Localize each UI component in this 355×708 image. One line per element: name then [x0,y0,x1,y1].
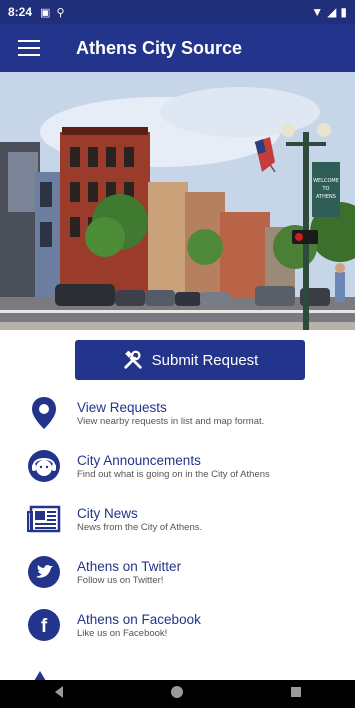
hero-image: WELCOME TO ATHENS [0,72,355,330]
map-pin-icon [26,395,62,431]
list-item-athens-twitter[interactable]: Athens on Twitter Follow us on Twitter! [0,554,355,607]
twitter-icon [26,554,62,590]
submit-request-button[interactable]: Submit Request [75,340,305,380]
item-title: Athens on Facebook [77,612,201,627]
facebook-icon: f [26,607,62,643]
item-title: City Announcements [77,453,201,468]
customer-service-icon [26,448,62,484]
status-time: 8:24 [8,5,33,19]
svg-text:WELCOME: WELCOME [313,178,339,184]
submit-request-label: Submit Request [151,351,259,369]
list-item-view-requests[interactable]: View Requests View nearby requests in li… [0,395,355,448]
item-subtitle: Like us on Facebook! [77,628,168,639]
item-subtitle: View nearby requests in list and map for… [77,416,265,427]
battery-icon: ▮ [340,5,347,19]
item-title: View Requests [77,400,167,415]
back-icon[interactable] [52,685,66,704]
system-navigation-bar [0,680,355,708]
menu-list: View Requests View nearby requests in li… [0,395,355,660]
gallery-notification-icon: ▣ [40,6,51,19]
tools-icon [122,349,144,371]
item-title: Athens on Twitter [77,559,182,574]
recents-icon[interactable] [289,685,303,704]
item-subtitle: Find out what is going on in the City of… [77,469,270,480]
list-item-athens-facebook[interactable]: f Athens on Facebook Like us on Facebook… [0,607,355,660]
app-title: Athens City Source [76,37,243,58]
hamburger-menu-icon[interactable] [18,40,40,56]
svg-text:f: f [41,616,48,637]
item-subtitle: News from the City of Athens. [77,522,203,533]
app-bar: Athens City Source [0,24,355,72]
wifi-icon: ▼ [311,5,324,19]
signal-icon: ◢ [327,5,337,19]
list-item-city-news[interactable]: City News News from the City of Athens. [0,501,355,554]
status-bar: 8:24 ▣ ⚲ ▼ ◢ ▮ [0,0,355,24]
svg-text:TO: TO [322,186,330,192]
home-icon[interactable] [170,685,184,704]
item-title: City News [77,506,138,521]
list-item-city-announcements[interactable]: City Announcements Find out what is goin… [0,448,355,501]
newspaper-icon [26,501,62,537]
location-notification-icon: ⚲ [56,6,65,19]
item-subtitle: Follow us on Twitter! [77,575,164,586]
svg-text:ATHENS: ATHENS [316,194,336,200]
